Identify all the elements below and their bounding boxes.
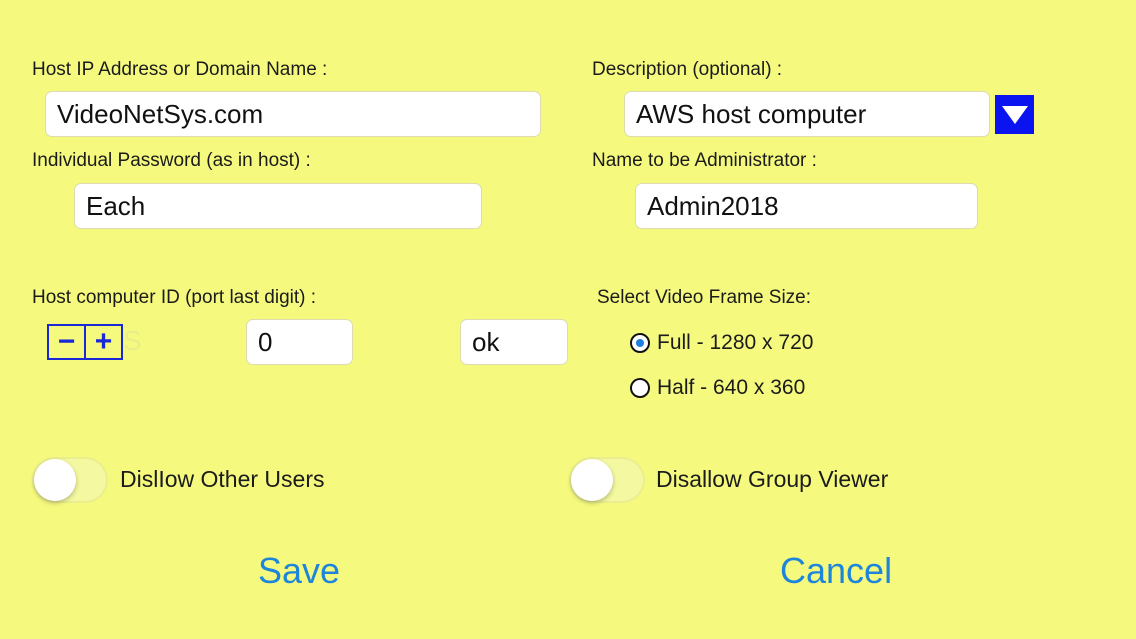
description-label: Description (optional) : — [592, 59, 783, 80]
radio-unchecked-icon[interactable] — [630, 378, 650, 398]
toggle-knob — [571, 459, 613, 501]
host-label: Host IP Address or Domain Name : — [32, 59, 328, 80]
ok-button[interactable]: ok — [460, 319, 568, 365]
save-button[interactable]: Save — [258, 550, 340, 592]
description-input[interactable]: AWS host computer — [624, 91, 990, 137]
disallow-other-users-toggle[interactable] — [32, 457, 108, 503]
frame-size-half-option[interactable]: Half - 640 x 360 — [630, 376, 805, 400]
password-label: Individual Password (as in host) : — [32, 150, 311, 171]
frame-size-full-label: Full - 1280 x 720 — [657, 331, 814, 354]
disallow-other-users-label: DislIow Other Users — [120, 466, 325, 492]
stepper-plus-button[interactable]: + — [84, 326, 121, 358]
host-input[interactable]: VideoNetSys.com — [45, 91, 541, 137]
frame-size-label: Select Video Frame Size: — [597, 287, 812, 308]
password-input[interactable]: Each — [74, 183, 482, 229]
cancel-button[interactable]: Cancel — [780, 550, 892, 592]
host-id-label: Host computer ID (port last digit) : — [32, 287, 317, 308]
disallow-group-viewer-toggle[interactable] — [569, 457, 645, 503]
radio-checked-icon[interactable] — [630, 333, 650, 353]
toggle-knob — [34, 459, 76, 501]
triangle-down-icon — [1001, 105, 1028, 124]
host-id-stepper[interactable]: − + — [47, 324, 123, 360]
ghost-text: S — [123, 325, 142, 356]
admin-input[interactable]: Admin2018 — [635, 183, 978, 229]
admin-label: Name to be Administrator : — [592, 150, 817, 171]
frame-size-full-option[interactable]: Full - 1280 x 720 — [630, 331, 813, 355]
disallow-group-viewer-label: Disallow Group Viewer — [656, 466, 889, 492]
description-dropdown-button[interactable] — [995, 95, 1034, 134]
stepper-minus-button[interactable]: − — [49, 326, 84, 358]
host-id-input[interactable]: 0 — [246, 319, 353, 365]
frame-size-half-label: Half - 640 x 360 — [657, 376, 806, 399]
